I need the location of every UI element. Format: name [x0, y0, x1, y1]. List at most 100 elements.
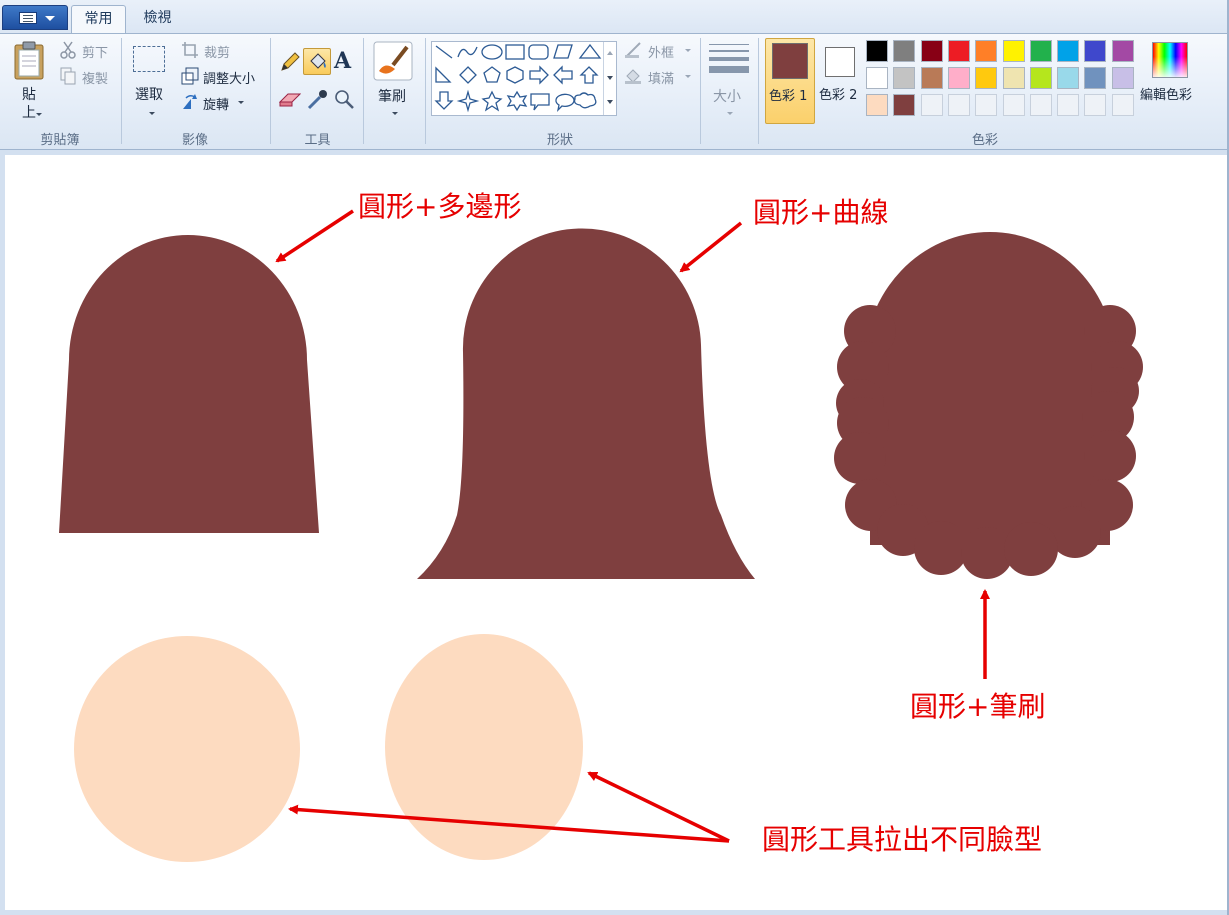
fill-label: 填滿: [648, 72, 675, 87]
palette-color-swatch[interactable]: [1111, 40, 1134, 62]
palette-color-swatch[interactable]: [866, 67, 888, 89]
shapes-gallery-icons: [434, 43, 602, 113]
pencil-tool[interactable]: [277, 49, 302, 74]
palette-color-swatch[interactable]: [947, 40, 970, 62]
face-oval: [385, 634, 583, 860]
image-group-label: 影像: [181, 133, 208, 148]
size-label: 大小: [713, 89, 741, 105]
palette-color-swatch[interactable]: [893, 40, 916, 62]
palette-color-swatch[interactable]: [1084, 67, 1107, 89]
palette-empty-slot[interactable]: [1029, 94, 1052, 116]
crop-button[interactable]: 裁剪: [180, 39, 260, 61]
palette-color-swatch[interactable]: [866, 40, 888, 62]
paint-menu-button[interactable]: [2, 5, 68, 30]
shapes-gallery[interactable]: [431, 41, 617, 116]
paste-button[interactable]: 貼 上: [6, 38, 52, 126]
document-icon: [19, 12, 37, 24]
edit-colors-button[interactable]: 編輯色彩: [1140, 38, 1202, 124]
color-spectrum-icon: [1152, 42, 1188, 78]
palette-color-swatch[interactable]: [1111, 67, 1134, 89]
palette-color-swatch[interactable]: [975, 40, 998, 62]
color-picker-icon: [307, 90, 327, 110]
palette-empty-slot[interactable]: [975, 94, 998, 116]
drawing-canvas[interactable]: 圓形+多邊形 圓形+曲線 圓形+筆刷 圓形工具拉出不同臉型: [5, 155, 1227, 910]
palette-empty-slot[interactable]: [1084, 94, 1107, 116]
palette-color-swatch[interactable]: [1029, 67, 1052, 89]
size-button[interactable]: 大小: [705, 38, 753, 124]
palette-color-swatch[interactable]: [893, 67, 916, 89]
magnifier-tool[interactable]: [332, 87, 357, 112]
hair-shape-brush: [834, 232, 1143, 579]
outline-label: 外框: [648, 46, 675, 61]
brushes-button[interactable]: 筆刷: [369, 38, 419, 124]
annotation-arrow-2: [679, 221, 743, 273]
drawing: [59, 209, 1143, 862]
paste-dropdown-icon: [36, 113, 42, 116]
shapes-scroll-up[interactable]: [603, 42, 616, 66]
magnifier-icon: [335, 90, 354, 109]
brushes-dropdown-icon: [392, 112, 398, 115]
rotate-dropdown-icon: [238, 101, 244, 104]
palette-color-swatch[interactable]: [1002, 67, 1025, 89]
fill-bucket-icon: [310, 53, 326, 69]
group-divider: [700, 38, 701, 144]
select-label: 選取: [135, 87, 163, 103]
cut-button[interactable]: 剪下: [58, 39, 116, 61]
hair-shape-curve: [417, 228, 755, 579]
chevron-up-icon: [607, 51, 613, 55]
resize-label: 調整大小: [203, 72, 256, 87]
palette-color-swatch[interactable]: [920, 40, 943, 62]
shapes-scroll-down[interactable]: [603, 66, 616, 90]
fill-tool[interactable]: [303, 48, 331, 75]
palette-color-swatch[interactable]: [920, 67, 943, 89]
tools-group-label: 工具: [304, 133, 331, 148]
palette-color-swatch[interactable]: [866, 94, 888, 116]
palette-color-swatch[interactable]: [1002, 40, 1025, 62]
palette-color-swatch[interactable]: [1029, 40, 1052, 62]
ribbon: 貼 上 剪下 複製 剪貼簿 選取 裁剪 調整大小 旋轉 影像 A 工具 筆刷 外…: [0, 33, 1229, 150]
rotate-button[interactable]: 旋轉: [180, 91, 260, 113]
color1-button[interactable]: 色彩 1: [765, 38, 815, 124]
palette-empty-slot[interactable]: [947, 94, 970, 116]
ribbon-tab-bar: 常用 檢視: [0, 0, 1229, 34]
color1-label: 色彩 1: [769, 89, 808, 104]
outline-icon: [625, 42, 641, 58]
palette-color-swatch[interactable]: [1057, 40, 1080, 62]
copy-icon: [60, 67, 76, 85]
palette-color-swatch[interactable]: [947, 67, 970, 89]
select-button[interactable]: 選取: [128, 38, 174, 124]
color-picker-tool[interactable]: [305, 87, 330, 112]
pencil-icon: [281, 52, 300, 71]
fill-icon: [625, 69, 641, 84]
shapes-expand[interactable]: [603, 90, 616, 115]
palette-color-swatch[interactable]: [1084, 40, 1107, 62]
group-divider: [363, 38, 364, 144]
paste-label: 貼 上: [22, 87, 36, 121]
palette-color-swatch[interactable]: [1057, 67, 1080, 89]
color2-button[interactable]: 色彩 2: [817, 38, 863, 124]
copy-label: 複製: [82, 72, 109, 87]
palette-empty-slot[interactable]: [1057, 94, 1080, 116]
face-round: [74, 636, 300, 862]
tab-home[interactable]: 常用: [71, 5, 126, 34]
rotate-icon: [183, 94, 197, 109]
copy-button[interactable]: 複製: [58, 65, 116, 87]
color2-label: 色彩 2: [819, 88, 858, 103]
palette-empty-slot[interactable]: [920, 94, 943, 116]
eraser-tool[interactable]: [277, 87, 302, 112]
color1-swatch: [772, 43, 808, 79]
selection-rectangle-icon: [133, 46, 165, 72]
palette-color-swatch[interactable]: [975, 67, 998, 89]
outline-button[interactable]: 外框: [624, 39, 696, 61]
palette-empty-slot[interactable]: [1002, 94, 1025, 116]
text-tool[interactable]: A: [332, 48, 357, 74]
group-divider: [425, 38, 426, 144]
palette-empty-slot[interactable]: [1111, 94, 1134, 116]
fill-button[interactable]: 填滿: [624, 65, 696, 87]
expand-icon: [607, 100, 613, 104]
palette-color-swatch[interactable]: [893, 94, 916, 116]
clipboard-group-label: 剪貼簿: [40, 133, 80, 148]
crop-label: 裁剪: [204, 46, 231, 61]
resize-button[interactable]: 調整大小: [180, 65, 266, 87]
tab-view[interactable]: 檢視: [130, 5, 185, 34]
